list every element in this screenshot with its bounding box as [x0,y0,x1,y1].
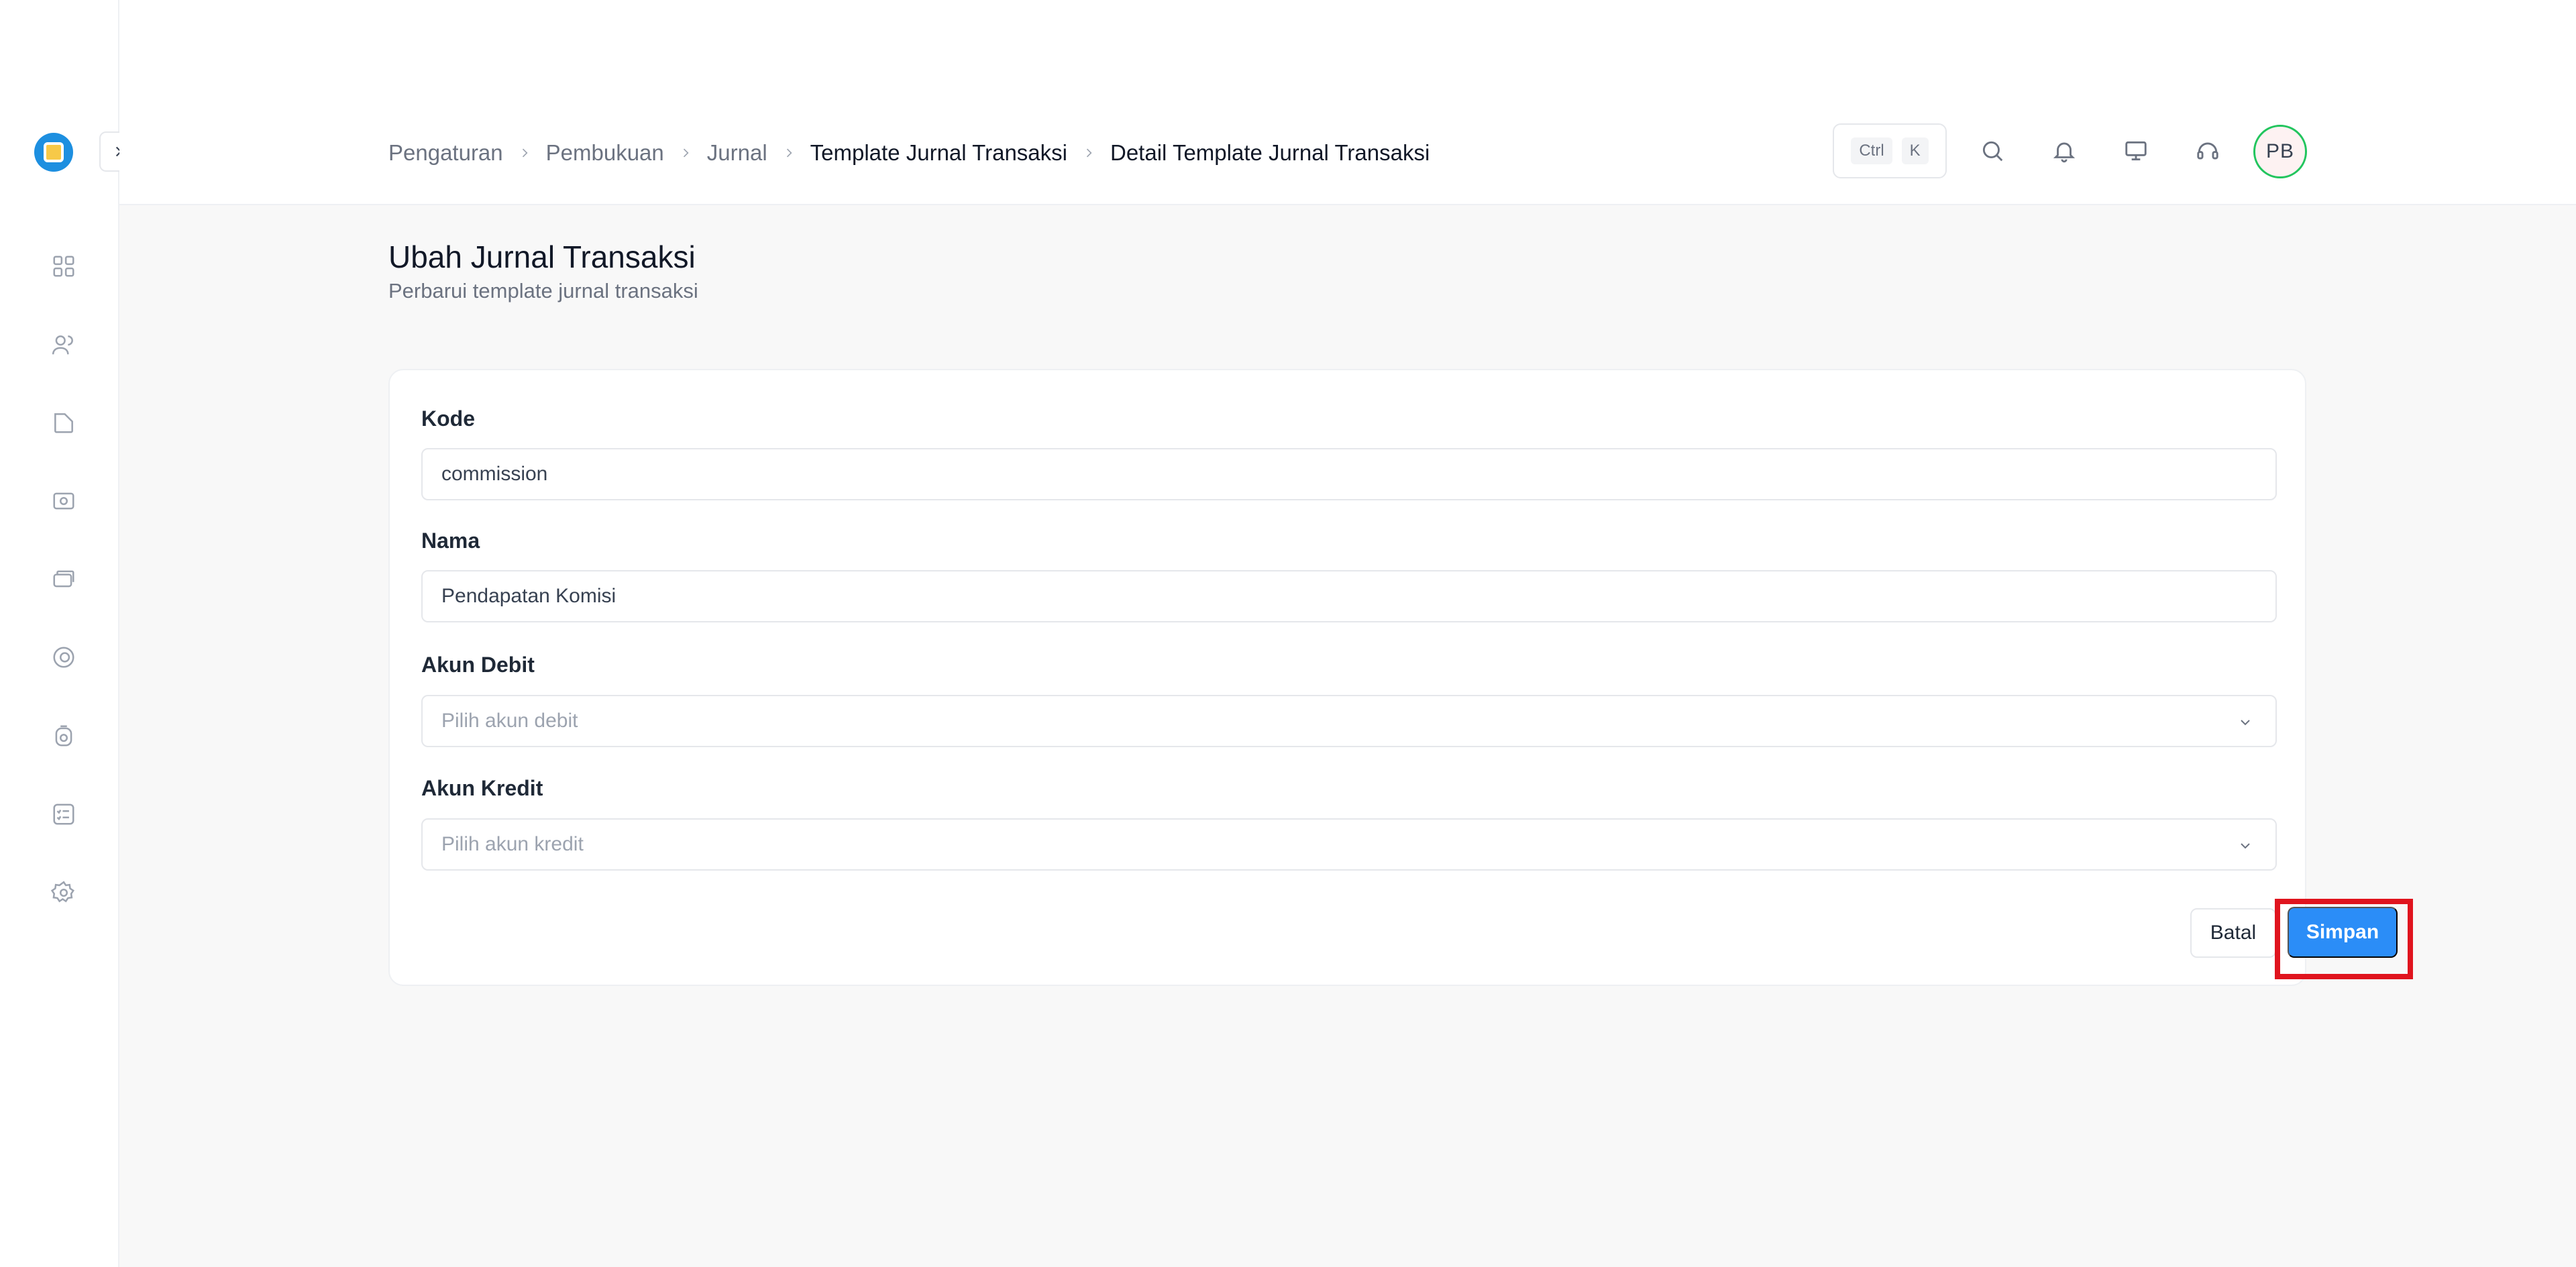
dashboard-grid-icon[interactable] [47,250,80,283]
page-title: Ubah Jurnal Transaksi [388,239,696,274]
app-logo[interactable] [34,133,73,172]
chevron-right-icon [679,146,692,160]
user-avatar[interactable]: PB [2253,125,2307,178]
breadcrumb-item-pembukuan[interactable]: Pembukuan [546,140,664,166]
breadcrumb-item-jurnal[interactable]: Jurnal [707,140,767,166]
chevron-right-icon [782,146,796,160]
breadcrumb-item-current: Detail Template Jurnal Transaksi [1110,140,1430,165]
breadcrumb: Pengaturan Pembukuan Jurnal Template Jur… [388,137,1430,169]
folder-icon[interactable] [47,406,80,439]
app-root: Pengaturan Pembukuan Jurnal Template Jur… [0,0,2576,1267]
kode-input[interactable]: commission [421,448,2277,500]
chevron-right-icon [1082,146,1095,160]
breadcrumb-item-template[interactable]: Template Jurnal Transaksi [810,140,1067,166]
camera-money-icon[interactable] [47,484,80,518]
chevron-down-icon [2237,714,2254,731]
kbd-ctrl: Ctrl [1851,137,1892,164]
akun-debit-placeholder: Pilih akun debit [441,710,578,732]
page-subtitle: Perbarui template jurnal transaksi [388,279,698,302]
save-button[interactable]: Simpan [2288,907,2398,958]
main-content: Ubah Jurnal Transaksi Perbarui template … [119,205,2576,1267]
kode-label: Kode [421,406,475,431]
akun-kredit-placeholder: Pilih akun kredit [441,833,584,855]
headset-support-icon[interactable] [2191,134,2224,168]
settings-coin-icon[interactable] [47,719,80,753]
sidebar [0,0,140,1267]
top-bar: Pengaturan Pembukuan Jurnal Template Jur… [119,0,2576,205]
chevron-right-icon [518,146,531,160]
users-icon[interactable] [47,328,80,362]
akun-debit-select[interactable]: Pilih akun debit [421,695,2277,747]
nama-label: Nama [421,529,480,553]
akun-debit-label: Akun Debit [421,653,535,677]
bell-icon[interactable] [2047,134,2081,168]
nama-input[interactable]: Pendapatan Komisi [421,570,2277,622]
badge-icon[interactable] [47,641,80,674]
akun-kredit-label: Akun Kredit [421,776,543,800]
card-stack-icon[interactable] [47,562,80,596]
cancel-button[interactable]: Batal [2190,908,2276,958]
chevron-down-icon [2237,837,2254,855]
breadcrumb-item-pengaturan[interactable]: Pengaturan [388,140,503,166]
command-palette-shortcut[interactable]: Ctrl K [1833,123,1947,178]
form-card: Kode commission Nama Pendapatan Komisi A… [388,369,2413,986]
gear-icon[interactable] [47,876,80,910]
search-icon[interactable] [1976,134,2009,168]
akun-kredit-select[interactable]: Pilih akun kredit [421,818,2277,871]
kbd-k: K [1901,137,1929,164]
checklist-icon[interactable] [47,797,80,831]
monitor-icon[interactable] [2119,134,2153,168]
